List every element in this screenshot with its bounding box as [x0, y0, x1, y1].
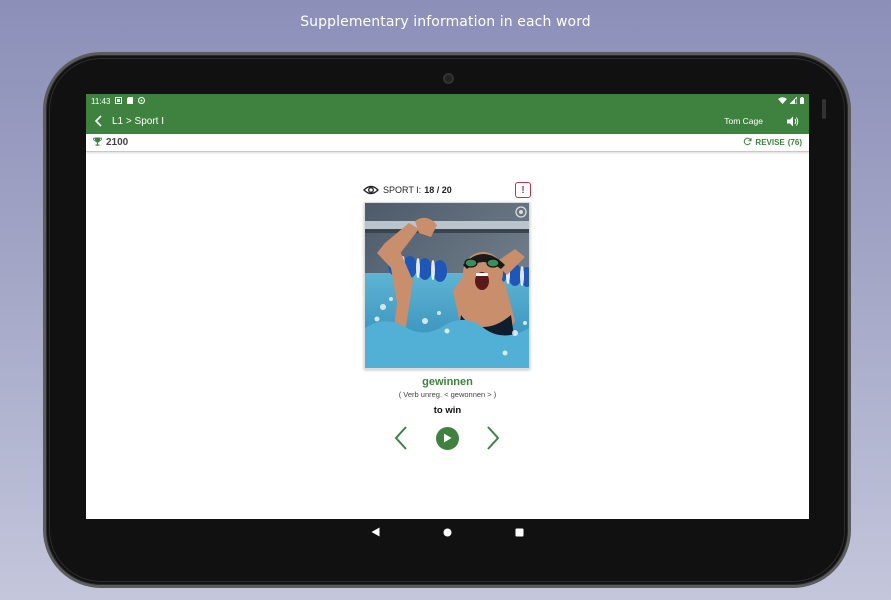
- deck-label: SPORT I:: [383, 185, 422, 195]
- battery-icon: [800, 96, 804, 106]
- breadcrumb: L1 > Sport I: [112, 115, 164, 127]
- camera-icon: [443, 73, 454, 84]
- score-value: 2100: [106, 137, 129, 148]
- translation: to win: [433, 405, 462, 416]
- sd-card-icon: [127, 96, 134, 106]
- signal-icon: [789, 95, 798, 106]
- revise-count: (76): [787, 138, 802, 147]
- trophy-icon: [93, 137, 102, 149]
- progress-count: 18 / 20: [424, 185, 452, 195]
- system-recents-icon[interactable]: [513, 525, 527, 539]
- vocab-word: gewinnen: [422, 376, 473, 388]
- report-button[interactable]: !: [515, 182, 531, 198]
- system-home-icon[interactable]: [441, 525, 455, 539]
- card-header: SPORT I: 18 / 20 !: [363, 181, 531, 199]
- status-time: 11:43: [91, 96, 111, 106]
- system-navigation-bar: [86, 519, 809, 545]
- app-screen: 11:43 L1 > Sport I Tom Cage 2100 REVISE …: [86, 94, 809, 519]
- score-display: 2100: [93, 137, 128, 149]
- chevron-right-icon[interactable]: [483, 424, 503, 452]
- user-name[interactable]: Tom Cage: [724, 116, 763, 126]
- revise-button[interactable]: REVISE (76): [743, 137, 802, 148]
- grammar-info: ( Verb unreg. < gewonnen > ): [398, 390, 497, 399]
- sync-status-icon: [138, 96, 146, 106]
- back-arrow-icon[interactable]: [94, 114, 108, 128]
- promo-caption: Supplementary information in each word: [300, 14, 591, 30]
- app-bar: L1 > Sport I Tom Cage: [86, 108, 809, 134]
- word-image: [364, 202, 530, 369]
- system-back-icon[interactable]: [369, 525, 383, 539]
- card-navigation: [391, 424, 503, 452]
- notification-icon: [115, 96, 123, 106]
- score-bar: 2100 REVISE (76): [86, 134, 809, 152]
- play-icon[interactable]: [435, 426, 459, 450]
- chevron-left-icon[interactable]: [391, 424, 411, 452]
- eye-icon[interactable]: [363, 185, 379, 195]
- refresh-icon: [743, 137, 752, 148]
- side-button: [822, 99, 826, 119]
- status-bar: 11:43: [86, 94, 809, 108]
- revise-label: REVISE: [755, 138, 785, 147]
- speaker-icon[interactable]: [787, 114, 801, 128]
- wifi-icon: [778, 96, 787, 106]
